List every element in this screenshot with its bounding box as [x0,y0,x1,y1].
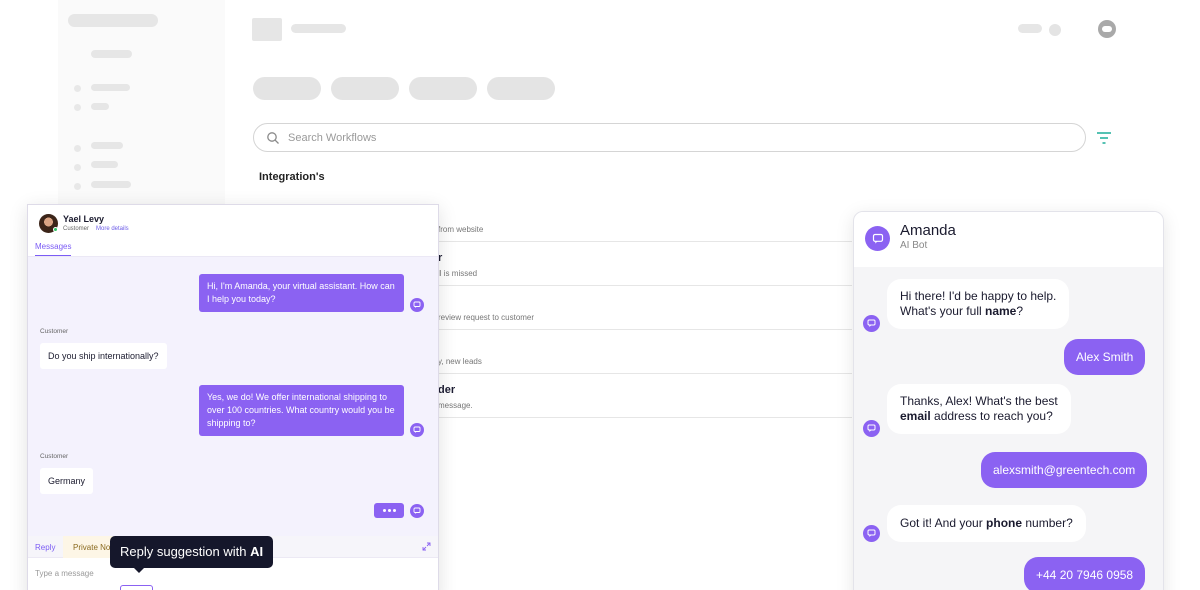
online-status-dot [53,227,58,232]
skeleton-dot [74,183,81,190]
bold-text: phone [986,516,1023,530]
user-avatar-placeholder[interactable] [1098,20,1116,38]
bot-message-line: email address to reach you? [900,409,1058,424]
tooltip-arrow [133,567,145,573]
message-input[interactable]: Type a message [35,569,94,578]
skeleton-dot [74,145,81,152]
chat-bot-icon [863,315,880,332]
workflow-row[interactable]: review request to customer [426,286,852,330]
bot-message: Hi there! I'd be happy to help. What's y… [887,279,1070,329]
tab-reply[interactable]: Reply [35,543,55,552]
typing-indicator [374,503,404,518]
skeleton-dot [1049,24,1061,36]
tab-messages[interactable]: Messages [35,242,72,257]
text: Got it! And your [900,516,987,530]
bold-text: email [900,409,931,423]
tooltip-text: Reply suggestion with [120,544,251,559]
workflow-desc: from website [438,225,484,234]
logo-placeholder [252,18,282,41]
ai-suggestion-button[interactable] [120,585,153,590]
filter-pill[interactable] [409,77,477,100]
customer-message: Do you ship internationally? [40,343,167,369]
filter-pill[interactable] [331,77,399,100]
chat-bot-icon [410,504,424,518]
expand-icon[interactable] [422,542,431,551]
workflow-row[interactable]: r ll is missed [426,242,852,286]
bot-message: Thanks, Alex! What's the best email addr… [887,384,1071,434]
workflow-title: der [438,384,456,396]
tab-private-note[interactable]: Private No [63,536,113,558]
user-message: alexsmith@greentech.com [981,452,1148,488]
skeleton-block [91,103,109,110]
text: number? [1022,516,1073,530]
customer-label: Customer [40,328,69,335]
chat-bot-icon [863,525,880,542]
skeleton-block [91,181,131,188]
search-placeholder: Search Workflows [288,131,377,144]
contact-role: Customer [63,226,90,232]
skeleton-dot [74,85,81,92]
customer-message: Germany [40,468,94,494]
skeleton-block [1018,24,1042,33]
section-title: Integration's [259,171,325,183]
bot-message-line: Thanks, Alex! What's the best [900,394,1058,408]
workflow-row[interactable]: y, new leads [426,330,852,374]
workflow-desc: review request to customer [438,313,535,322]
chat-bot-icon [410,423,424,437]
bot-name: Amanda [900,222,956,239]
workflow-desc: y, new leads [438,357,482,366]
skeleton-block [91,50,132,58]
filter-pill[interactable] [253,77,321,100]
tooltip-bold: AI [250,544,264,559]
workflow-search-bar[interactable]: Search Workflows [253,123,1086,152]
conversation-header: Yael Levy Customer More details Messages [28,205,438,257]
conversation-panel: Yael Levy Customer More details Messages… [27,204,439,590]
skeleton-dot [74,164,81,171]
user-message: +44 20 7946 0958 [1024,557,1146,590]
ai-reply-tooltip: Reply suggestion with AI [110,536,274,568]
contact-name: Yael Levy [63,214,105,224]
skeleton-block [91,161,118,168]
skeleton-block [68,14,158,27]
chat-widget: Amanda AI Bot Hi there! I'd be happy to … [853,211,1164,590]
search-icon [267,131,279,144]
bold-text: name [984,304,1017,318]
bot-message: Yes, we do! We offer international shipp… [199,385,404,436]
more-details-link[interactable]: More details [96,226,129,232]
workflow-row[interactable]: der message. [426,374,852,418]
stage: Search Workflows Integration's from webs… [0,0,1200,590]
bot-message: Got it! And your phone number? [887,505,1086,542]
workflow-desc: ll is missed [438,269,478,278]
bot-message: Hi, I'm Amanda, your virtual assistant. … [199,274,404,312]
filter-pill[interactable] [487,77,555,100]
bot-avatar-icon [865,226,890,251]
skeleton-block [91,84,130,91]
user-message: Alex Smith [1064,339,1146,375]
bot-message-line: What's your full name? [900,304,1056,319]
chat-bot-icon [863,420,880,437]
filter-icon[interactable] [1095,130,1113,146]
skeleton-block [91,142,123,149]
chat-widget-header: Amanda AI Bot [854,212,1163,267]
text: address to reach you? [930,409,1053,423]
chat-bot-icon [410,298,424,312]
skeleton-dot [74,104,81,111]
text: ? [1016,304,1024,318]
bot-message-line: Got it! And your phone number? [900,516,1073,531]
workflow-desc: message. [438,401,473,410]
divider [28,256,438,257]
bot-message-line: Hi there! I'd be happy to help. [900,289,1057,303]
bot-subtitle: AI Bot [900,240,928,251]
skeleton-block [291,24,346,33]
text: What's your full [900,304,985,318]
customer-label: Customer [40,453,69,460]
workflow-row[interactable]: from website [426,198,852,242]
